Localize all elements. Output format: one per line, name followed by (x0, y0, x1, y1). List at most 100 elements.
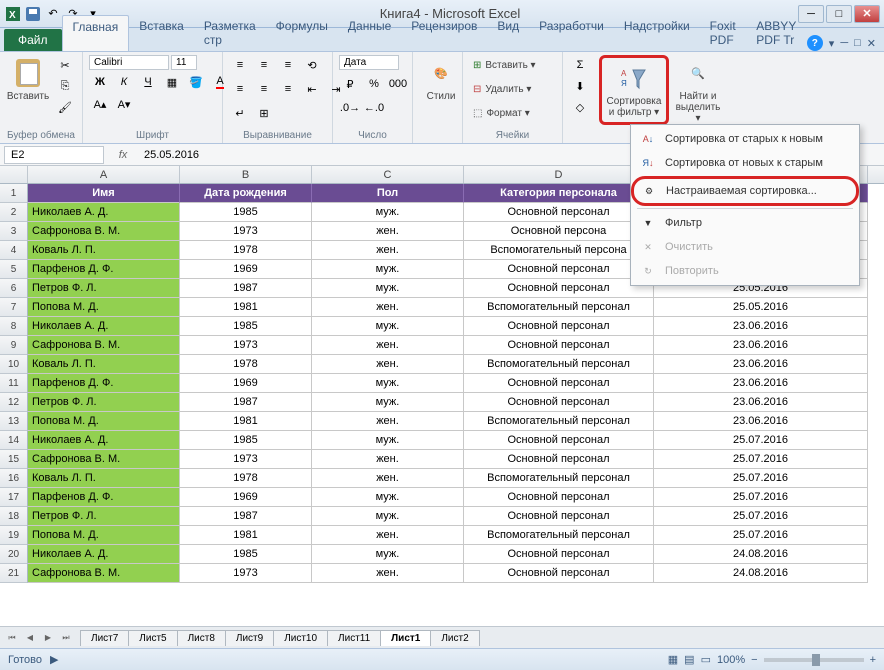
cell[interactable]: Коваль Л. П. (28, 469, 180, 488)
zoom-out-button[interactable]: − (751, 654, 757, 666)
ribbon-tab-5[interactable]: Рецензиров (401, 15, 487, 51)
ribbon-tab-8[interactable]: Надстройки (614, 15, 700, 51)
sheet-tab[interactable]: Лист9 (225, 630, 274, 646)
cell[interactable]: 23.06.2016 (654, 393, 868, 412)
format-cells-button[interactable]: ⬚Формат ▾ (469, 103, 534, 123)
macro-record-icon[interactable]: ▶ (50, 653, 58, 666)
cell[interactable]: Парфенов Д. Ф. (28, 488, 180, 507)
cell[interactable]: Николаев А. Д. (28, 317, 180, 336)
cell[interactable]: 1978 (180, 241, 312, 260)
row-header[interactable]: 9 (0, 336, 28, 355)
cell[interactable]: Вспомогательный персонал (464, 526, 654, 545)
ribbon-tab-10[interactable]: ABBYY PDF Tr (746, 15, 807, 51)
sort-desc-item[interactable]: Я↓ Сортировка от новых к старым (633, 151, 857, 175)
doc-minimize-icon[interactable]: ─ (840, 37, 848, 49)
grow-font-icon[interactable]: A▴ (89, 94, 111, 114)
sheet-nav-1[interactable]: ◀ (22, 630, 38, 646)
cell[interactable]: Петров Ф. Л. (28, 279, 180, 298)
cell[interactable]: Основной персонал (464, 488, 654, 507)
ribbon-tab-4[interactable]: Данные (338, 15, 401, 51)
font-size-select[interactable]: 11 (171, 55, 197, 70)
row-header[interactable]: 16 (0, 469, 28, 488)
cell[interactable]: муж. (312, 203, 464, 222)
cell[interactable]: жен. (312, 298, 464, 317)
cell[interactable]: 1969 (180, 260, 312, 279)
cell[interactable]: Вспомогательный персонал (464, 355, 654, 374)
cell[interactable]: 1987 (180, 279, 312, 298)
font-name-select[interactable]: Calibri (89, 55, 169, 70)
ribbon-tab-6[interactable]: Вид (487, 15, 529, 51)
cell[interactable]: 25.07.2016 (654, 507, 868, 526)
align-top-icon[interactable]: ≡ (229, 55, 251, 75)
ribbon-tab-2[interactable]: Разметка стр (194, 15, 266, 51)
cell[interactable]: Сафронова В. М. (28, 222, 180, 241)
cell[interactable]: Сафронова В. М. (28, 450, 180, 469)
number-format-select[interactable]: Дата (339, 55, 399, 70)
cell[interactable]: Вспомогательный персонал (464, 469, 654, 488)
select-all-corner[interactable] (0, 166, 28, 183)
ribbon-tab-0[interactable]: Главная (62, 15, 130, 51)
cell[interactable]: Вспомогательный персонал (464, 412, 654, 431)
format-painter-icon[interactable]: 🖌 (54, 97, 76, 117)
sheet-tab[interactable]: Лист1 (380, 630, 431, 646)
doc-close-icon[interactable]: ✕ (867, 37, 876, 50)
undo-icon[interactable]: ↶ (44, 5, 62, 23)
row-header[interactable]: 19 (0, 526, 28, 545)
maximize-button[interactable]: □ (826, 5, 852, 23)
cell[interactable]: 23.06.2016 (654, 374, 868, 393)
cell[interactable]: 1981 (180, 412, 312, 431)
merge-icon[interactable]: ⊞ (253, 103, 275, 123)
cell[interactable]: 25.07.2016 (654, 431, 868, 450)
col-header-A[interactable]: A (28, 166, 180, 183)
wrap-text-icon[interactable]: ↵ (229, 103, 251, 123)
cell[interactable]: жен. (312, 469, 464, 488)
cell[interactable]: 1987 (180, 393, 312, 412)
cell[interactable]: муж. (312, 507, 464, 526)
cell[interactable]: 1973 (180, 336, 312, 355)
sheet-nav-2[interactable]: ▶ (40, 630, 56, 646)
cell[interactable]: Попова М. Д. (28, 298, 180, 317)
row-header[interactable]: 5 (0, 260, 28, 279)
cell[interactable]: муж. (312, 260, 464, 279)
underline-button[interactable]: Ч (137, 72, 159, 92)
cell[interactable]: Основной персонал (464, 564, 654, 583)
comma-icon[interactable]: 000 (387, 74, 409, 94)
fill-icon[interactable]: ⬇ (569, 76, 591, 96)
cell[interactable]: Николаев А. Д. (28, 431, 180, 450)
cell[interactable]: Сафронова В. М. (28, 564, 180, 583)
cell[interactable]: жен. (312, 526, 464, 545)
view-layout-icon[interactable]: ▤ (684, 653, 694, 666)
italic-button[interactable]: К (113, 72, 135, 92)
cell[interactable]: Основной персонал (464, 203, 654, 222)
find-select-button[interactable]: 🔍 Найти и выделить ▾ (673, 55, 723, 126)
row-header[interactable]: 3 (0, 222, 28, 241)
cell[interactable]: Сафронова В. М. (28, 336, 180, 355)
row-header[interactable]: 13 (0, 412, 28, 431)
sheet-tab[interactable]: Лист2 (430, 630, 479, 646)
row-header[interactable]: 6 (0, 279, 28, 298)
name-box[interactable]: E2 (4, 146, 104, 164)
border-button[interactable]: ▦ (161, 72, 183, 92)
dec-decimal-icon[interactable]: ←.0 (363, 98, 385, 118)
sort-filter-button[interactable]: АЯ Сортировка и фильтр ▾ (604, 60, 664, 120)
sort-asc-item[interactable]: А↓ Сортировка от старых к новым (633, 127, 857, 151)
cell[interactable]: Основной персонал (464, 279, 654, 298)
col-header-D[interactable]: D (464, 166, 654, 183)
cell[interactable]: 1985 (180, 431, 312, 450)
cut-icon[interactable]: ✂ (54, 55, 76, 75)
ribbon-tab-1[interactable]: Вставка (129, 15, 194, 51)
cell[interactable]: жен. (312, 222, 464, 241)
cell[interactable]: 1973 (180, 450, 312, 469)
cell[interactable]: 1969 (180, 374, 312, 393)
cell[interactable]: Основной персонал (464, 431, 654, 450)
sheet-nav-0[interactable]: ⏮ (4, 630, 20, 646)
sheet-tab[interactable]: Лист7 (80, 630, 129, 646)
ribbon-tab-9[interactable]: Foxit PDF (700, 15, 747, 51)
close-button[interactable]: ✕ (854, 5, 880, 23)
cell[interactable]: 23.06.2016 (654, 317, 868, 336)
cell[interactable]: жен. (312, 450, 464, 469)
align-middle-icon[interactable]: ≡ (253, 55, 275, 75)
row-header[interactable]: 18 (0, 507, 28, 526)
cell[interactable]: Попова М. Д. (28, 412, 180, 431)
inc-decimal-icon[interactable]: .0→ (339, 98, 361, 118)
